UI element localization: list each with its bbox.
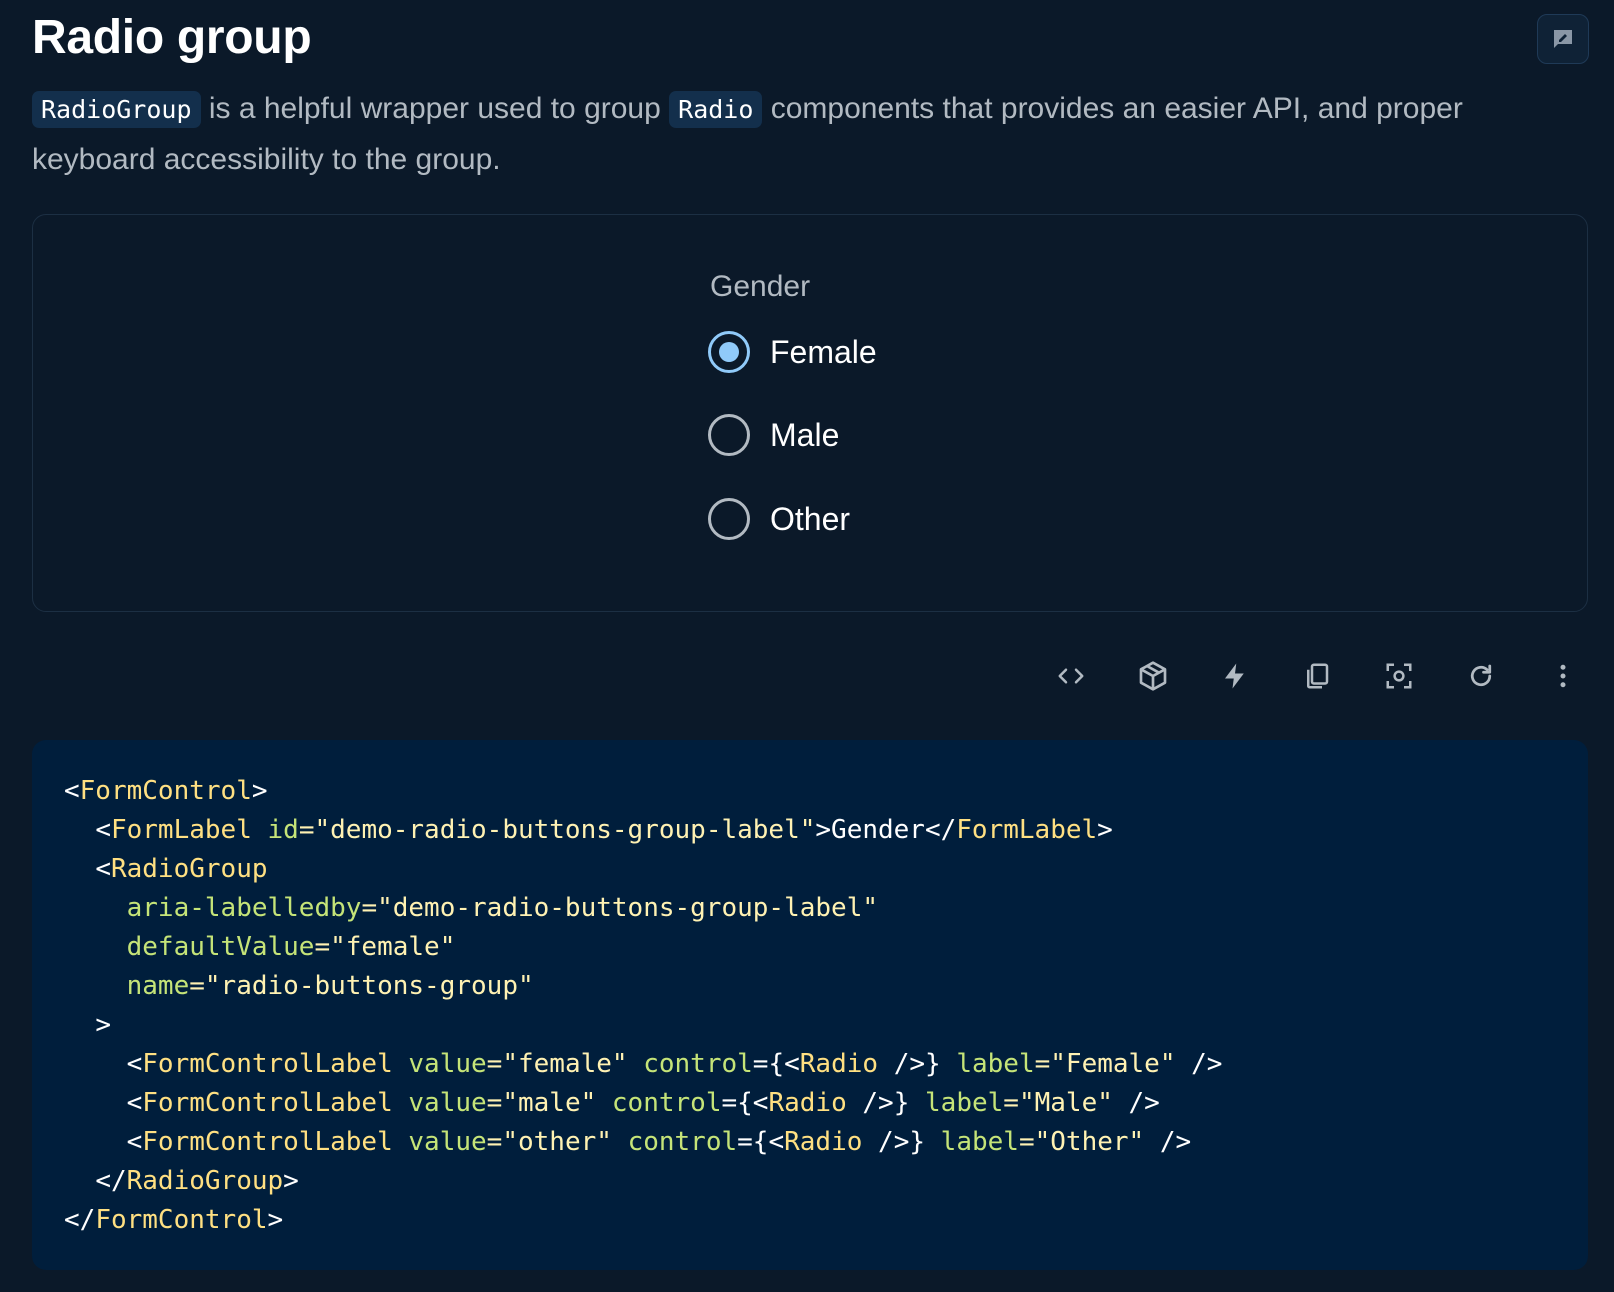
stackblitz-icon [1225, 663, 1244, 689]
form-label-gender: Gender [710, 270, 811, 303]
description-text: is a helpful wrapper used to group [200, 92, 670, 125]
radio-unchecked-icon[interactable] [708, 498, 750, 540]
inline-code-radio: Radio [669, 91, 763, 128]
copy-source-button[interactable] [1276, 652, 1358, 700]
codesandbox-button[interactable] [1112, 652, 1194, 700]
show-source-button[interactable] [1030, 652, 1112, 700]
radio-checked-icon[interactable] [708, 331, 750, 373]
copy-icon [1307, 663, 1329, 689]
feedback-icon [1554, 30, 1572, 48]
demo-toolbar [1030, 652, 1604, 700]
focus-icon [1386, 663, 1412, 689]
page-title: Radio group [32, 11, 312, 64]
reset-icon [1470, 664, 1492, 687]
reset-demo-button[interactable] [1440, 652, 1522, 700]
focus-demo-button[interactable] [1358, 652, 1440, 700]
more-options-button[interactable] [1522, 652, 1604, 700]
more-icon [1560, 664, 1566, 688]
radio-label: Other [770, 500, 851, 537]
radio-unchecked-icon[interactable] [708, 414, 750, 456]
code-icon [1058, 668, 1084, 684]
radio-label: Female [770, 333, 877, 370]
page-description: RadioGroup is a helpful wrapper used to … [32, 84, 1592, 185]
source-code[interactable]: <FormControl> <FormLabel id="demo-radio-… [64, 772, 1222, 1240]
radio-label: Male [770, 416, 840, 453]
radio-option-female[interactable]: Female [708, 331, 877, 373]
radio-option-other[interactable]: Other [708, 498, 850, 540]
radio-option-male[interactable]: Male [708, 414, 839, 456]
stackblitz-button[interactable] [1194, 652, 1276, 700]
inline-code-radiogroup: RadioGroup [32, 91, 201, 128]
codesandbox-icon [1139, 661, 1167, 691]
feedback-button[interactable] [1537, 14, 1589, 64]
